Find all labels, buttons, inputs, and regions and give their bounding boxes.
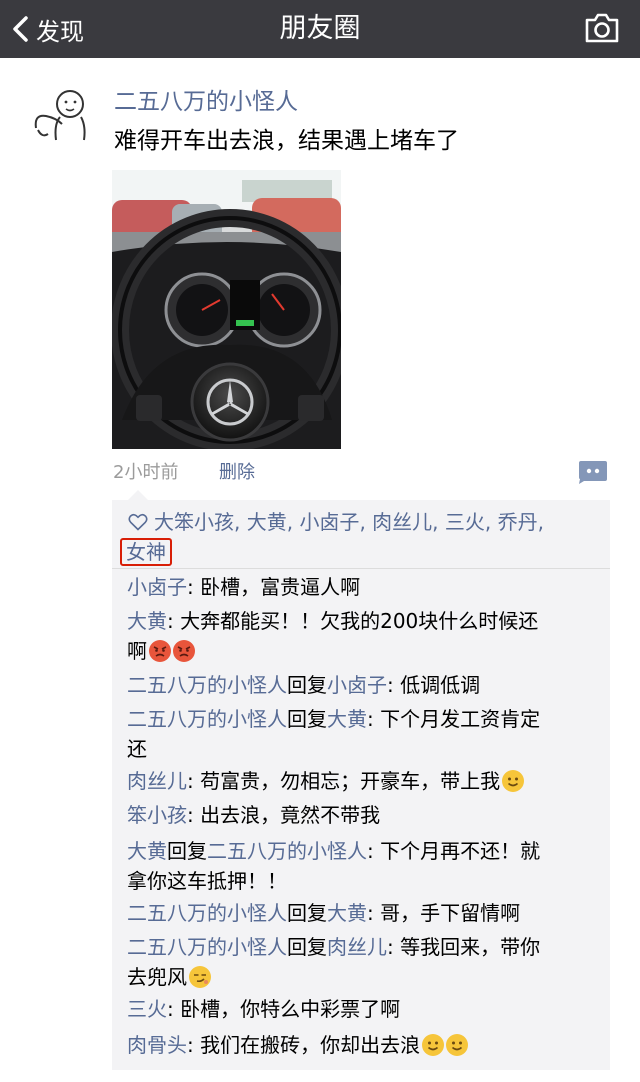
comment-item[interactable]: 二五八万的小怪人回复小卤子: 低调低调 — [127, 670, 603, 700]
comment-item[interactable]: 二五八万的小怪人回复肉丝儿: 等我回来，带你去兜风 — [127, 932, 603, 992]
comment-text: : 出去浪，竟然不带我 — [187, 803, 381, 827]
like-separator: , — [537, 510, 544, 534]
chevron-left-icon — [13, 16, 28, 42]
comment-text: : 低调低调 — [387, 673, 481, 697]
commenter-name[interactable]: 二五八万的小怪人 — [127, 673, 287, 697]
comment-item[interactable]: 大黄: 大奔都能买！！欠我的200块什么时候还啊 — [127, 606, 603, 666]
like-separator: , — [484, 510, 498, 534]
comment-item[interactable]: 肉骨头: 我们在搬砖，你却出去浪 — [127, 1030, 603, 1060]
heart-outline-icon — [128, 513, 148, 531]
like-separator: , — [359, 510, 373, 534]
commenter-name[interactable]: 笨小孩 — [127, 803, 187, 827]
comment-text: : 大奔都能买！！欠我的200块什么时候还 — [167, 609, 539, 633]
post-photo[interactable] — [112, 170, 341, 449]
commenter-name[interactable]: 肉骨头 — [127, 1033, 187, 1057]
reply-word: 回复 — [287, 901, 327, 925]
reply-target-name[interactable]: 肉丝儿 — [327, 935, 387, 959]
comment-text-continued: 去兜风 — [127, 965, 187, 989]
comment-item[interactable]: 二五八万的小怪人回复大黄: 下个月发工资肯定还 — [127, 704, 603, 764]
like-name[interactable]: 大笨小孩 — [154, 510, 234, 534]
commenter-name[interactable]: 小卤子 — [127, 575, 187, 599]
commenter-name[interactable]: 二五八万的小怪人 — [127, 935, 287, 959]
delete-button[interactable]: 删除 — [219, 462, 255, 484]
smirk-emoji-icon — [189, 966, 211, 988]
comment-item[interactable]: 二五八万的小怪人回复大黄: 哥，手下留情啊 — [127, 898, 603, 928]
commenter-name[interactable]: 大黄 — [127, 839, 167, 863]
page-title: 朋友圈 — [279, 13, 361, 44]
commenter-name[interactable]: 大黄 — [127, 609, 167, 633]
comment-text: : 苟富贵，勿相忘；开豪车，带上我 — [187, 769, 501, 793]
commenter-name[interactable]: 二五八万的小怪人 — [127, 901, 287, 925]
back-label: 发现 — [36, 17, 84, 46]
reply-target-name[interactable]: 二五八万的小怪人 — [207, 839, 367, 863]
author-name[interactable]: 二五八万的小怪人 — [114, 86, 298, 118]
comment-text-continued: 还 — [127, 737, 147, 761]
camera-icon[interactable] — [584, 12, 620, 44]
comment-text: : 我们在搬砖，你却出去浪 — [187, 1033, 421, 1057]
reply-target-name[interactable]: 大黄 — [327, 707, 367, 731]
back-button[interactable]: 发现 — [10, 0, 84, 58]
like-separator: , — [286, 510, 300, 534]
smile-emoji-icon — [502, 770, 525, 792]
comment-text-continued: 拿你这车抵押！！ — [127, 869, 287, 893]
like-name[interactable]: 乔丹 — [498, 510, 538, 534]
like-name[interactable]: 小卤子 — [299, 510, 359, 534]
comment-text: : 卧槽，你特么中彩票了啊 — [167, 997, 401, 1021]
comment-text: : 卧槽，富贵逼人啊 — [187, 575, 361, 599]
comment-text: : 下个月再不还！就 — [367, 839, 541, 863]
author-avatar[interactable] — [26, 84, 94, 152]
smile-emoji-icon — [446, 1034, 469, 1056]
comment-text: : 等我回来，带你 — [387, 935, 541, 959]
reply-word: 回复 — [287, 707, 327, 731]
reply-word: 回复 — [167, 839, 207, 863]
reply-word: 回复 — [287, 935, 327, 959]
like-separator: , — [432, 510, 445, 534]
nav-bar: 发现 朋友圈 — [0, 0, 640, 58]
post-time: 2小时前 — [113, 462, 179, 483]
like-name[interactable]: 大黄 — [247, 510, 287, 534]
comment-item[interactable]: 大黄回复二五八万的小怪人: 下个月再不还！就拿你这车抵押！！ — [127, 836, 603, 896]
commenter-name[interactable]: 肉丝儿 — [127, 769, 187, 793]
like-name[interactable]: 肉丝儿 — [372, 510, 432, 534]
commenter-name[interactable]: 三火 — [127, 997, 167, 1021]
smile-emoji-icon — [422, 1034, 445, 1056]
comment-bubble-icon[interactable] — [578, 460, 608, 484]
comment-item[interactable]: 肉丝儿: 苟富贵，勿相忘；开豪车，带上我 — [127, 766, 603, 796]
comment-text: : 哥，手下留情啊 — [367, 901, 521, 925]
reply-word: 回复 — [287, 673, 327, 697]
like-name[interactable]: 三火 — [445, 510, 485, 534]
angry-emoji-icon — [149, 640, 171, 662]
post-text: 难得开车出去浪，结果遇上堵车了 — [114, 128, 459, 154]
likes-list: 大笨小孩, 大黄, 小卤子, 肉丝儿, 三火, 乔丹, 女神 — [120, 508, 604, 566]
comment-item[interactable]: 三火: 卧槽，你特么中彩票了啊 — [127, 994, 603, 1024]
reply-target-name[interactable]: 大黄 — [327, 901, 367, 925]
reply-target-name[interactable]: 小卤子 — [327, 673, 387, 697]
commenter-name[interactable]: 二五八万的小怪人 — [127, 707, 287, 731]
like-name-highlighted[interactable]: 女神 — [120, 538, 172, 566]
angry-emoji-icon — [173, 640, 195, 662]
comment-item[interactable]: 小卤子: 卧槽，富贵逼人啊 — [127, 572, 603, 602]
comment-item[interactable]: 笨小孩: 出去浪，竟然不带我 — [127, 800, 603, 830]
comment-text: : 下个月发工资肯定 — [367, 707, 541, 731]
comment-text-continued: 啊 — [127, 639, 147, 663]
likes-divider — [112, 568, 610, 569]
like-separator: , — [234, 510, 247, 534]
social-box: 大笨小孩, 大黄, 小卤子, 肉丝儿, 三火, 乔丹, 女神 小卤子: 卧槽，富… — [112, 490, 610, 1070]
